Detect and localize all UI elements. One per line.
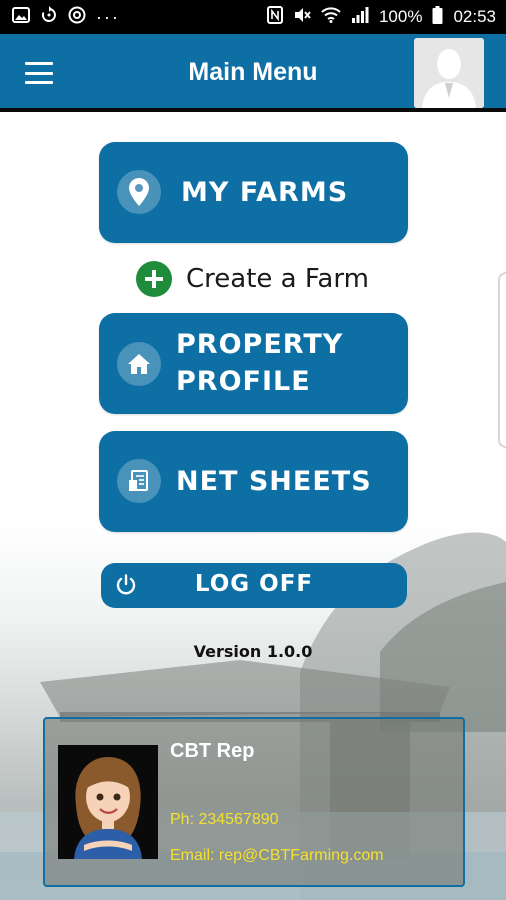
app-bar: Main Menu — [0, 34, 506, 112]
status-left-icons: ··· — [12, 6, 120, 28]
more-dots-icon: ··· — [96, 6, 120, 27]
net-sheets-button[interactable]: NET SHEETS — [99, 431, 408, 532]
profile-avatar[interactable] — [414, 38, 484, 108]
status-time: 02:53 — [453, 7, 496, 26]
log-off-button[interactable]: LOG OFF — [101, 563, 407, 608]
create-farm-label: Create a Farm — [186, 264, 369, 294]
rep-contact-card: CBT Rep Ph: 234567890 Email: rep@CBTFarm… — [43, 717, 465, 887]
signal-icon — [351, 7, 369, 27]
create-farm-link[interactable]: Create a Farm — [136, 260, 369, 298]
instagram-icon — [68, 6, 86, 28]
rep-avatar — [58, 745, 158, 859]
rep-name: CBT Rep — [170, 740, 255, 762]
home-icon — [117, 342, 161, 386]
my-farms-label: MY FARMS — [181, 177, 349, 208]
battery-icon — [432, 6, 443, 28]
location-pin-icon — [117, 170, 161, 214]
app-version: Version 1.0.0 — [193, 642, 313, 661]
edge-panel-handle[interactable] — [498, 272, 506, 448]
log-off-label: LOG OFF — [194, 571, 314, 597]
add-circle-icon — [136, 261, 172, 297]
nfc-icon — [266, 6, 283, 28]
property-profile-button[interactable]: PROPERTY PROFILE — [99, 313, 408, 414]
status-bar: ··· 100% 02:53 — [0, 0, 506, 34]
rep-email-link[interactable]: Email: rep@CBTFarming.com — [170, 847, 384, 865]
person-silhouette-icon — [414, 38, 484, 108]
rep-phone-link[interactable]: Ph: 234567890 — [170, 811, 279, 829]
net-sheets-label: NET SHEETS — [176, 466, 372, 497]
property-profile-label-line2: PROFILE — [176, 366, 311, 397]
my-farms-button[interactable]: MY FARMS — [99, 142, 408, 243]
mute-icon — [293, 6, 311, 28]
wifi-icon — [321, 7, 341, 27]
battery-percent: 100% — [378, 7, 423, 26]
document-sheet-icon — [117, 459, 161, 503]
image-icon — [12, 7, 30, 27]
property-profile-label-line1: PROPERTY — [176, 329, 344, 360]
sync-icon — [40, 6, 58, 28]
status-right-icons: 100% 02:53 — [266, 6, 496, 28]
rep-cartoon-portrait — [58, 745, 158, 859]
